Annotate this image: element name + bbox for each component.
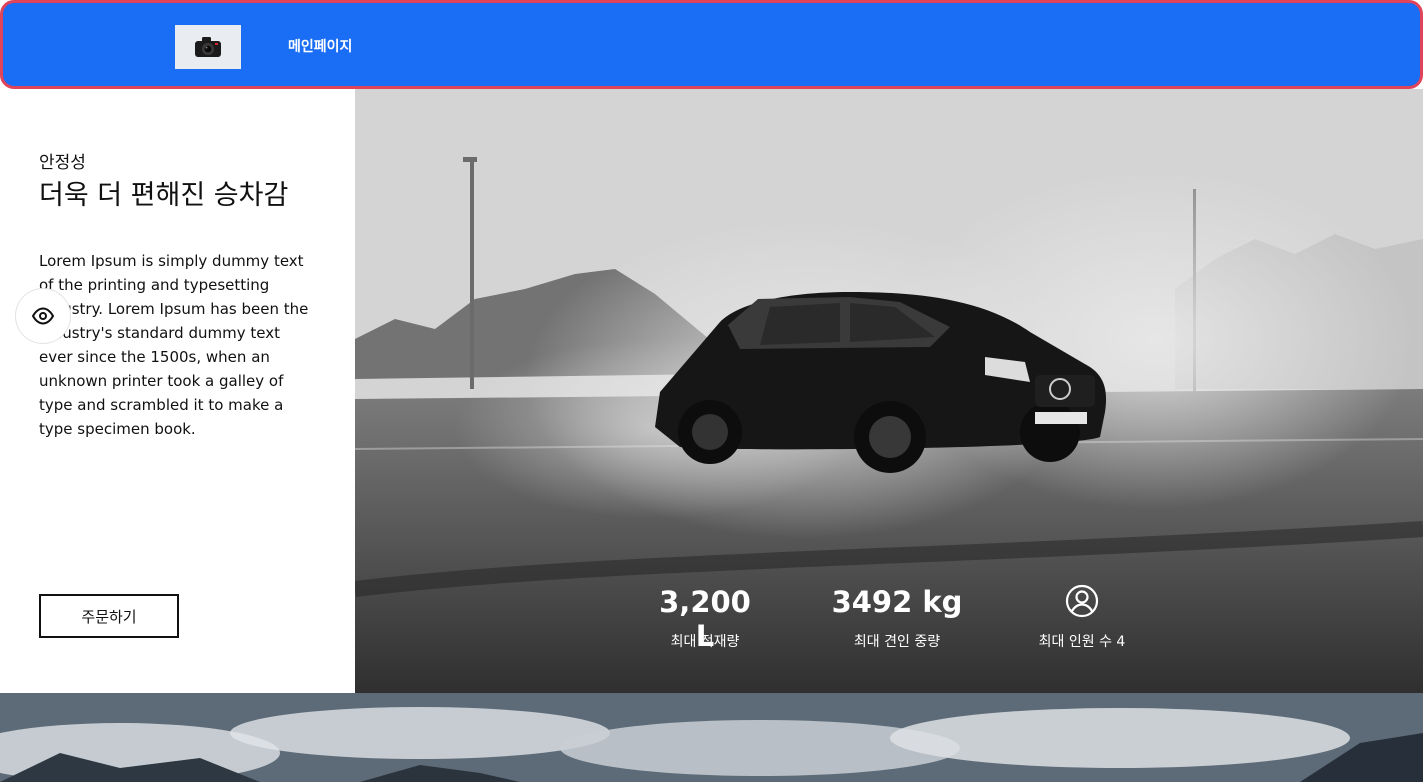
passenger-label: 최대 인원 수 4: [1038, 634, 1126, 650]
camera-icon: [195, 37, 221, 57]
towing-label: 최대 견인 중량: [853, 634, 941, 650]
next-section-landscape: [0, 693, 1423, 782]
camera-logo[interactable]: [175, 25, 241, 69]
mountain-clouds-photo: [0, 693, 1423, 782]
feature-eyebrow: 안정성: [39, 153, 86, 173]
hero-image: 3,200 L 최대 적재량 3492 kg 최대 견인 중량 최대 인원 수 …: [355, 89, 1423, 693]
view-toggle-button[interactable]: [15, 288, 71, 344]
towing-value: 3492 kg: [831, 585, 963, 619]
feature-panel: 안정성 더욱 더 편해진 승차감 Lorem Ipsum is simply d…: [0, 89, 355, 693]
feature-headline: 더욱 더 편해진 승차감: [39, 180, 289, 211]
eye-icon: [31, 307, 55, 325]
cargo-label: 최대 적재량: [670, 634, 740, 650]
top-navbar: 메인페이지: [0, 0, 1423, 89]
vehicle-stats: 3,200 L 최대 적재량 3492 kg 최대 견인 중량 최대 인원 수 …: [355, 89, 1423, 693]
feature-body-text: Lorem Ipsum is simply dummy text of the …: [39, 252, 309, 438]
order-button[interactable]: 주문하기: [39, 594, 179, 638]
nav-link-main[interactable]: 메인페이지: [288, 36, 352, 56]
user-circle-icon: [1065, 584, 1099, 618]
